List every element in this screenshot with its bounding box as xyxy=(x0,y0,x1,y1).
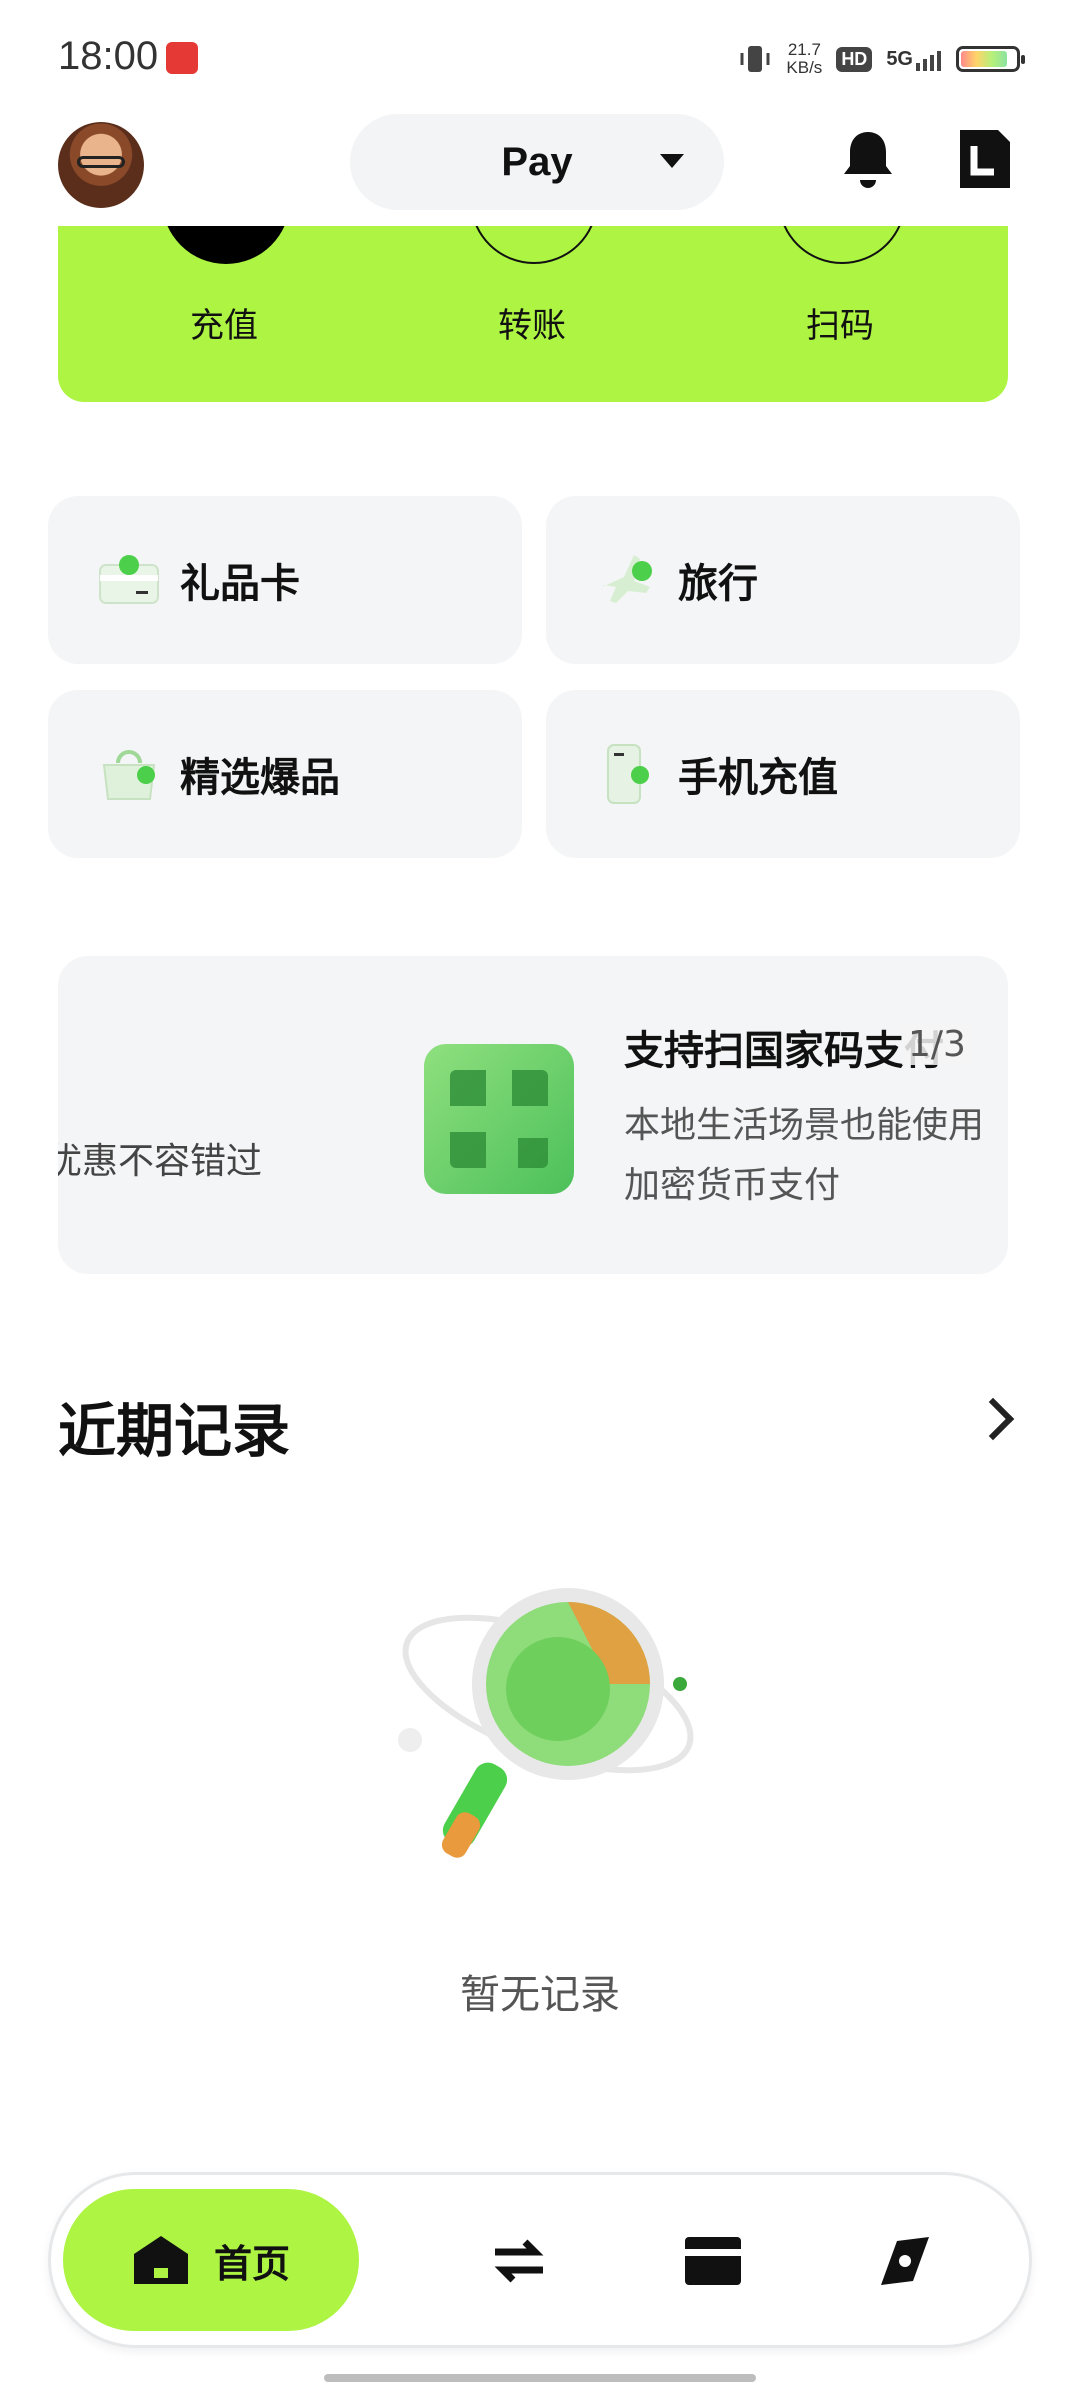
signal-5g: 5G xyxy=(886,48,942,71)
avatar[interactable] xyxy=(58,122,144,208)
home-icon xyxy=(133,2236,188,2284)
tile-mobile-topup[interactable]: 手机充值 xyxy=(546,690,1020,858)
hd-badge: HD xyxy=(836,46,873,72)
pay-selector-label: Pay xyxy=(501,139,573,184)
scan-icon[interactable] xyxy=(778,226,906,264)
airplane-icon xyxy=(602,555,652,603)
gift-card-icon xyxy=(99,555,159,604)
network-type: 5G xyxy=(886,47,913,70)
banner-description: 本地生活场景也能使用 加密货币支付 xyxy=(624,1096,1008,1216)
qr-code-icon xyxy=(424,1044,574,1194)
promo-banner[interactable]: 优惠不容错过 支持扫国家码支付 1/3 本地生活场景也能使用 加密货币支付 xyxy=(58,956,1008,1274)
net-speed-unit: KB/s xyxy=(786,58,823,77)
status-time: 18:00 xyxy=(58,34,159,78)
quick-action-transfer[interactable]: 转账 xyxy=(432,298,632,347)
pay-selector[interactable]: Pay xyxy=(350,114,724,210)
transaction-history-icon[interactable] xyxy=(960,130,1010,188)
vibrate-icon xyxy=(740,46,770,72)
home-indicator xyxy=(324,2374,756,2382)
banner-prev-slide-text: 优惠不容错过 xyxy=(58,1141,263,1182)
chevron-right-icon[interactable] xyxy=(971,1397,1015,1441)
banner-title: 支持扫国家码支付 xyxy=(624,1028,944,1074)
nav-card[interactable] xyxy=(663,2211,763,2311)
tile-gift-card-label: 礼品卡 xyxy=(180,561,300,607)
signal-icon xyxy=(916,50,941,71)
topup-icon[interactable] xyxy=(162,226,290,264)
banner-pager: 1/3 xyxy=(902,1024,972,1065)
card-icon xyxy=(685,2237,741,2285)
status-icons: 21.7 KB/s HD 5G xyxy=(738,34,1025,84)
tile-featured-products-label: 精选爆品 xyxy=(180,755,340,801)
bell-icon[interactable] xyxy=(840,128,896,190)
shopping-bag-icon xyxy=(102,750,156,800)
tile-travel[interactable]: 旅行 xyxy=(546,496,1020,664)
net-speed: 21.7 KB/s xyxy=(786,41,822,77)
quick-actions-card: 充值 转账 扫码 xyxy=(58,226,1008,402)
net-speed-value: 21.7 xyxy=(787,40,821,59)
battery-icon xyxy=(956,46,1025,72)
transfer-icon xyxy=(494,2239,544,2283)
caret-down-icon xyxy=(660,154,684,168)
tile-travel-label: 旅行 xyxy=(678,561,758,607)
quick-action-topup[interactable]: 充值 xyxy=(124,298,324,347)
tile-featured-products[interactable]: 精选爆品 xyxy=(48,690,522,858)
bottom-nav: 首页 xyxy=(48,2172,1032,2348)
tile-gift-card[interactable]: 礼品卡 xyxy=(48,496,522,664)
banner-description-line1: 本地生活场景也能使用 xyxy=(624,1105,985,1146)
tile-mobile-topup-label: 手机充值 xyxy=(678,755,838,801)
explore-icon xyxy=(881,2237,929,2285)
nav-explore[interactable] xyxy=(855,2211,955,2311)
banner-description-line2: 加密货币支付 xyxy=(624,1165,841,1206)
quick-action-scan[interactable]: 扫码 xyxy=(740,298,940,347)
nav-home-label: 首页 xyxy=(213,2241,290,2286)
app-notification-icon xyxy=(166,42,198,74)
empty-records-text: 暂无记录 xyxy=(460,1972,620,2018)
phone-topup-icon xyxy=(607,744,649,804)
nav-home[interactable]: 首页 xyxy=(63,2189,359,2331)
recent-records-title: 近期记录 xyxy=(58,1397,291,1465)
magnifier-illustration-icon xyxy=(398,1588,694,1858)
transfer-action-icon[interactable] xyxy=(470,226,598,264)
nav-transfer[interactable] xyxy=(469,2211,569,2311)
